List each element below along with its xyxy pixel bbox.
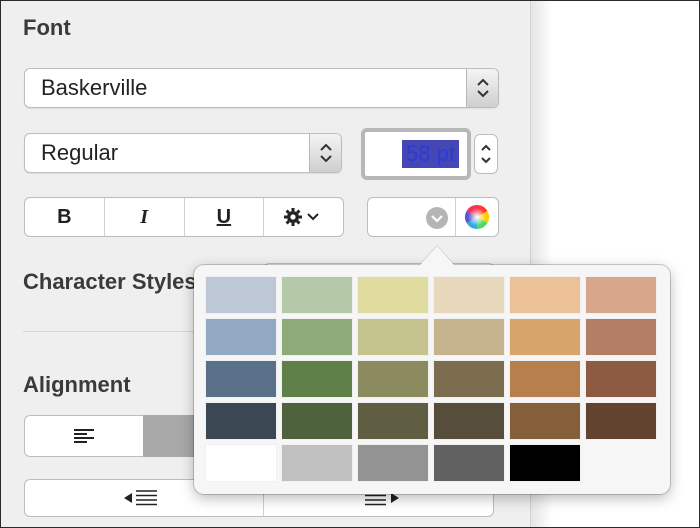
color-swatch[interactable] (433, 402, 505, 440)
popover-arrow (419, 246, 455, 266)
color-swatch[interactable] (357, 318, 429, 356)
color-swatch[interactable] (433, 360, 505, 398)
chevron-down-icon (426, 207, 448, 229)
color-swatch[interactable] (509, 444, 581, 482)
gear-icon (283, 208, 319, 226)
color-swatch[interactable] (205, 402, 277, 440)
color-swatch[interactable] (205, 444, 277, 482)
decrease-indent-icon (124, 490, 157, 506)
color-swatch[interactable] (585, 402, 657, 440)
advanced-options-button[interactable] (264, 198, 343, 236)
color-swatch[interactable] (205, 360, 277, 398)
character-styles-title: Character Styles (23, 269, 197, 294)
color-swatch[interactable] (509, 276, 581, 314)
color-swatch[interactable] (433, 318, 505, 356)
color-swatch[interactable] (205, 276, 277, 314)
color-swatch[interactable] (433, 276, 505, 314)
typeface-popup[interactable]: Regular (24, 133, 342, 173)
color-swatch[interactable] (281, 276, 353, 314)
color-swatch[interactable] (509, 402, 581, 440)
bold-button[interactable]: B (25, 198, 105, 236)
text-color-well[interactable] (367, 197, 499, 237)
align-left-icon (74, 429, 94, 443)
color-swatch[interactable] (281, 360, 353, 398)
color-swatch[interactable] (585, 318, 657, 356)
color-swatch[interactable] (281, 402, 353, 440)
font-family-chevrons-icon (466, 69, 498, 107)
bold-label: B (57, 205, 72, 228)
italic-label: I (140, 205, 149, 228)
window: Font Baskerville Regular 58 pt B I U Cha… (0, 0, 700, 528)
color-swatch[interactable] (585, 360, 657, 398)
typeface-chevrons-icon (309, 134, 341, 172)
typeface-value: Regular (41, 140, 119, 165)
color-wheel-icon (464, 205, 490, 229)
color-swatch[interactable] (281, 444, 353, 482)
underline-label: U (216, 205, 232, 228)
color-swatch[interactable] (357, 402, 429, 440)
text-style-segmented-control: B I U (24, 197, 344, 237)
color-swatch[interactable] (585, 444, 657, 482)
font-section-title: Font (23, 15, 71, 40)
color-swatch[interactable] (509, 318, 581, 356)
underline-button[interactable]: U (185, 198, 265, 236)
align-left-button[interactable] (25, 416, 143, 456)
alignment-section-title: Alignment (23, 372, 131, 397)
italic-button[interactable]: I (105, 198, 185, 236)
font-family-value: Baskerville (41, 75, 148, 100)
color-swatch[interactable] (357, 276, 429, 314)
color-swatch[interactable] (357, 360, 429, 398)
color-swatch[interactable] (433, 444, 505, 482)
font-family-popup[interactable]: Baskerville (24, 68, 499, 108)
font-size-stepper[interactable] (474, 134, 498, 174)
color-swatch[interactable] (357, 444, 429, 482)
color-swatch[interactable] (585, 276, 657, 314)
color-swatch[interactable] (281, 318, 353, 356)
color-swatch[interactable] (509, 360, 581, 398)
font-size-field[interactable]: 58 pt (361, 128, 471, 180)
color-palette-popover (194, 265, 670, 494)
color-wheel-button[interactable] (455, 198, 498, 236)
font-size-value: 58 pt (402, 140, 459, 168)
color-swatch[interactable] (205, 318, 277, 356)
